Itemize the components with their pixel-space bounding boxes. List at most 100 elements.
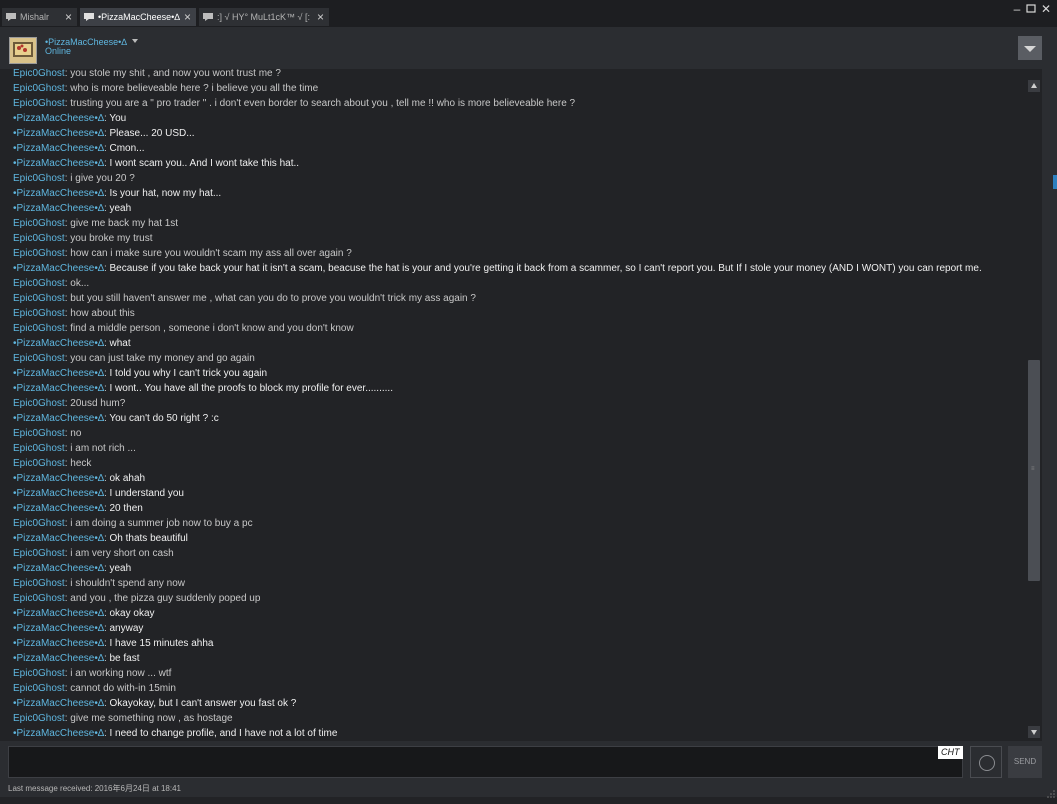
message-sender[interactable]: •PizzaMacCheese•∆ (13, 473, 104, 484)
message-sender[interactable]: Epic0Ghost (13, 233, 65, 244)
chat-message: •PizzaMacCheese•∆: You can't do 50 right… (13, 411, 219, 426)
message-text: i am very short on cash (70, 548, 174, 559)
message-sender[interactable]: Epic0Ghost (13, 683, 65, 694)
message-sender[interactable]: •PizzaMacCheese•∆ (13, 338, 104, 349)
chat-scrollbar[interactable]: ≡ (1026, 69, 1042, 741)
scroll-down-button[interactable] (1028, 726, 1040, 738)
message-text: how can i make sure you wouldn't scam my… (70, 248, 352, 259)
message-sender[interactable]: Epic0Ghost (13, 578, 65, 589)
message-text: you stole my shit , and now you wont tru… (70, 69, 281, 79)
chat-options-button[interactable] (1018, 36, 1042, 60)
message-sender[interactable]: •PizzaMacCheese•∆ (13, 203, 104, 214)
message-sender[interactable]: Epic0Ghost (13, 398, 65, 409)
message-sender[interactable]: Epic0Ghost (13, 668, 65, 679)
message-sender[interactable]: Epic0Ghost (13, 308, 65, 319)
chat-message: Epic0Ghost: i am very short on cash (13, 546, 174, 561)
message-sender[interactable]: •PizzaMacCheese•∆ (13, 263, 104, 274)
chat-message: •PizzaMacCheese•∆: Because if you take b… (13, 261, 982, 276)
message-sender[interactable]: •PizzaMacCheese•∆ (13, 623, 104, 634)
chat-message: Epic0Ghost: heck (13, 456, 91, 471)
chat-message: Epic0Ghost: you broke my trust (13, 231, 153, 246)
close-window-icon[interactable]: ✕ (1039, 2, 1053, 16)
message-text: you can just take my money and go again (70, 353, 255, 364)
chat-message: Epic0Ghost: you can just take my money a… (13, 351, 255, 366)
message-sender[interactable]: •PizzaMacCheese•∆ (13, 488, 104, 499)
message-sender[interactable]: Epic0Ghost (13, 458, 65, 469)
scroll-thumb[interactable]: ≡ (1028, 360, 1040, 581)
message-sender[interactable]: Epic0Ghost (13, 69, 65, 79)
message-sender[interactable]: •PizzaMacCheese•∆ (13, 413, 104, 424)
chat-message: •PizzaMacCheese•∆: I wont scam you.. And… (13, 156, 299, 171)
chevron-down-icon[interactable] (132, 39, 138, 43)
message-sender[interactable]: •PizzaMacCheese•∆ (13, 158, 104, 169)
maximize-icon[interactable] (1024, 2, 1038, 16)
message-sender[interactable]: Epic0Ghost (13, 428, 65, 439)
chat-message: Epic0Ghost: cannot do with-in 15min (13, 681, 176, 696)
grip-icon: ≡ (1031, 466, 1035, 472)
chat-input[interactable] (8, 746, 963, 778)
message-sender[interactable]: Epic0Ghost (13, 248, 65, 259)
message-text: what (109, 338, 131, 349)
message-text: Please... 20 USD... (109, 128, 195, 139)
message-sender[interactable]: •PizzaMacCheese•∆ (13, 728, 104, 739)
emoticon-button[interactable] (970, 746, 1002, 778)
message-sender[interactable]: Epic0Ghost (13, 443, 65, 454)
chat-message: Epic0Ghost: 20usd hum? (13, 396, 125, 411)
message-text: i am doing a summer job now to buy a pc (70, 518, 253, 529)
resize-grip-icon[interactable] (1046, 786, 1056, 798)
scroll-up-button[interactable] (1028, 80, 1040, 92)
chat-message: •PizzaMacCheese•∆: You (13, 111, 126, 126)
tab-label: •PizzaMacCheese•∆ (98, 12, 180, 22)
tab-multick[interactable]: :] √ HY° MuLt1cK™ √ [: × (199, 8, 329, 26)
message-sender[interactable]: •PizzaMacCheese•∆ (13, 653, 104, 664)
message-sender[interactable]: •PizzaMacCheese•∆ (13, 638, 104, 649)
close-icon[interactable]: × (184, 10, 191, 24)
message-sender[interactable]: Epic0Ghost (13, 548, 65, 559)
message-sender[interactable]: •PizzaMacCheese•∆ (13, 563, 104, 574)
message-sender[interactable]: •PizzaMacCheese•∆ (13, 383, 104, 394)
message-text: Is your hat, now my hat... (109, 188, 222, 199)
message-sender[interactable]: Epic0Ghost (13, 713, 65, 724)
tab-pizzamaccheese[interactable]: •PizzaMacCheese•∆ × (80, 8, 196, 26)
tab-mishalr[interactable]: Mishalr × (2, 8, 77, 26)
message-sender[interactable]: Epic0Ghost (13, 98, 65, 109)
message-text: heck (70, 458, 92, 469)
close-icon[interactable]: × (65, 10, 72, 24)
message-sender[interactable]: Epic0Ghost (13, 83, 65, 94)
chat-message: •PizzaMacCheese•∆: I told you why I can'… (13, 366, 267, 381)
message-sender[interactable]: Epic0Ghost (13, 278, 65, 289)
message-sender[interactable]: Epic0Ghost (13, 173, 65, 184)
message-sender[interactable]: •PizzaMacCheese•∆ (13, 368, 104, 379)
chat-bubble-icon (203, 13, 213, 21)
chat-log[interactable]: Epic0Ghost: you stole my shit , and now … (0, 69, 1026, 741)
message-sender[interactable]: Epic0Ghost (13, 593, 65, 604)
message-sender[interactable]: Epic0Ghost (13, 323, 65, 334)
message-sender[interactable]: •PizzaMacCheese•∆ (13, 698, 104, 709)
message-sender[interactable]: •PizzaMacCheese•∆ (13, 503, 104, 514)
message-text: yeah (109, 203, 132, 214)
chat-message: Epic0Ghost: i am doing a summer job now … (13, 516, 253, 531)
message-text: give me back my hat 1st (70, 218, 179, 229)
message-sender[interactable]: Epic0Ghost (13, 293, 65, 304)
message-sender[interactable]: •PizzaMacCheese•∆ (13, 533, 104, 544)
message-sender[interactable]: •PizzaMacCheese•∆ (13, 143, 104, 154)
message-text: ok ahah (109, 473, 146, 484)
send-button[interactable]: SEND (1008, 746, 1042, 778)
dropdown-arrow-icon (1024, 46, 1036, 52)
close-icon[interactable]: × (317, 10, 324, 24)
tab-label: Mishalr (20, 12, 50, 22)
message-sender[interactable]: Epic0Ghost (13, 218, 65, 229)
minimize-icon[interactable]: – (1010, 2, 1024, 16)
message-text: ok... (70, 278, 90, 289)
message-text: 20 then (109, 503, 143, 514)
message-text: i an working now ... wtf (70, 668, 172, 679)
chat-message: •PizzaMacCheese•∆: Okayokay, but I can't… (13, 696, 296, 711)
message-sender[interactable]: Epic0Ghost (13, 518, 65, 529)
avatar[interactable] (9, 37, 37, 64)
message-sender[interactable]: •PizzaMacCheese•∆ (13, 608, 104, 619)
message-sender[interactable]: Epic0Ghost (13, 353, 65, 364)
message-text: anyway (109, 623, 144, 634)
message-sender[interactable]: •PizzaMacCheese•∆ (13, 128, 104, 139)
message-sender[interactable]: •PizzaMacCheese•∆ (13, 113, 104, 124)
message-sender[interactable]: •PizzaMacCheese•∆ (13, 188, 104, 199)
